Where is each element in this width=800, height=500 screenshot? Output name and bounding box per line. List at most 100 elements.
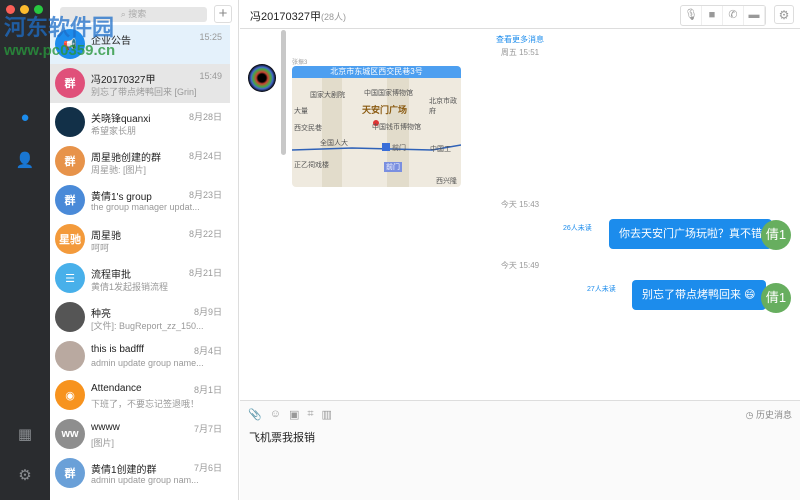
conversation-name: 关晓锋quanxi [91,114,151,125]
conversation-item[interactable]: 群 冯20170327甲 15:49 别忘了带点烤鸭回来 [Grin] [50,64,230,103]
conversation-item[interactable]: 群 周星驰创建的群 8月24日 周星驰: [图片] [50,142,230,181]
conversation-item[interactable]: ☰ 流程审批 8月21日 黄倩1发起报销流程 [50,259,230,298]
avatar: ☰ [55,263,85,293]
conversation-name: this is badfff [91,344,144,355]
conversation-name: 黄倩1's group [91,192,152,203]
history-button[interactable]: ◷ 历史消息 [746,408,792,421]
zoom-window-button[interactable] [34,5,43,14]
conversation-preview: 别忘了带点烤鸭回来 [Grin] [91,87,197,97]
map-label: 中国国家博物馆 [364,90,413,97]
chat-icon[interactable]: ● [15,107,35,127]
gear-icon[interactable]: ⚙ [774,5,794,24]
conversation-preview: 呵呵 [91,243,110,253]
conversation-name: 黄倩1创建的群 [91,465,157,476]
sender-name: 张振3 [292,60,308,66]
conversation-item[interactable]: 群 黄倩1's group 8月23日 the group manager up… [50,181,230,220]
map-label: 西交民巷 [294,125,322,132]
conversation-item[interactable]: ww wwww 7月7日 [图片] [50,415,230,454]
map-label: 北京市政府 [429,98,457,115]
conversation-item[interactable]: ◉ Attendance 8月1日 下班了，不要忘记签退哦！ [50,376,230,415]
chat-title-text: 冯20170327甲 [250,11,321,23]
map-label: 中国工 [430,146,451,153]
conversation-time: 8月23日 [188,190,222,200]
search-input[interactable]: ⌕ 搜索 [60,7,207,22]
avatar: 星驰 [55,224,85,254]
avatar: 群 [55,146,85,176]
search-placeholder: 搜索 [128,9,147,19]
map-address: 北京市东城区西交民巷3号 [292,66,461,78]
map-label: 正乙祠戏楼 [294,162,329,169]
conversation-name: 冯20170327甲 [91,75,156,86]
my-avatar[interactable]: 倩1 [761,220,791,250]
call-toolbar: 🎙 ■ ✆ ▬ [680,5,766,26]
contacts-icon[interactable]: 👤 [15,150,35,170]
avatar [55,302,85,332]
map-label: 前门 [392,145,406,152]
conversation-item[interactable]: 群 黄倩1创建的群 7月6日 admin update group nam... [50,454,230,493]
conversation-time: 8月9日 [193,307,222,317]
settings-icon[interactable]: ⚙ [15,465,35,485]
avatar: ww [55,419,85,449]
timestamp: 今天 15:49 [500,261,540,270]
conversation-preview: [图片] [91,438,115,448]
map-label: 西兴隆 [436,178,457,185]
conversation-list: ⌕ 搜索 + 📢 企业公告 15:25 群 冯20170327甲 15:49 别… [50,0,286,500]
sender-avatar[interactable] [248,64,276,92]
avatar: 群 [55,458,85,488]
conversation-name: 企业公告 [91,36,131,47]
microphone-icon[interactable]: 🎙 [681,6,702,25]
avatar: ◉ [55,380,85,410]
phone-icon[interactable]: ✆ [723,6,744,25]
conversation-time: 8月4日 [193,346,222,356]
conversation-time: 8月24日 [188,151,222,161]
conversation-preview: the group manager updat... [91,202,200,212]
crop-icon[interactable]: ⌗ [307,408,313,421]
chart-icon[interactable]: ▥ [322,408,332,421]
conversation-time: 8月1日 [193,385,222,395]
my-avatar[interactable]: 倩1 [761,283,791,313]
timestamp: 今天 15:43 [500,200,540,209]
conversation-item[interactable]: 星驰 周星驰 8月22日 呵呵 [50,220,230,259]
avatar: 📢 [55,29,85,59]
map-label: 天安门广场 [362,105,408,115]
map-label: 国家大剧院 [310,92,345,99]
conversation-item[interactable]: 关晓锋quanxi 8月28日 希望家长朋 [50,103,230,142]
add-button[interactable]: + [214,5,232,23]
chat-title: 冯20170327甲(28人) [250,8,346,24]
conversation-time: 15:25 [199,32,222,42]
message-bubble[interactable]: 别忘了带点烤鸭回来 😄 [632,280,766,310]
sidebar-rail: ● 👤 ▦ ⚙ [0,0,50,500]
member-count: (28人) [320,12,346,22]
conversation-preview: admin update group name... [91,358,204,368]
conversation-item[interactable]: 📢 企业公告 15:25 [50,25,230,64]
apps-icon[interactable]: ▦ [15,424,35,444]
compose-toolbar: 📎 ☺ ▣ ⌗ ▥ [248,408,332,421]
conversation-name: wwww [91,422,120,433]
conversation-preview: admin update group nam... [91,475,199,485]
conversation-preview: [文件]: BugReport_zz_150... [91,321,204,331]
folder-icon[interactable]: ▬ [744,6,765,25]
chat-panel: 冯20170327甲(28人) 🎙 ■ ✆ ▬ ⚙ 查看更多消息 周五 15:5… [240,0,800,500]
location-message[interactable]: 北京市东城区西交民巷3号 国家大剧院 中国国家博物馆 天安门广场 西交民巷 中国… [292,66,461,187]
unread-count[interactable]: 26人未读 [563,223,592,233]
attachment-icon[interactable]: 📎 [248,408,262,421]
conversation-time: 8月21日 [188,268,222,278]
close-window-button[interactable] [6,5,15,14]
map-label: 全国人大 [320,140,348,147]
load-more-link[interactable]: 查看更多消息 [240,34,800,45]
conversation-item[interactable]: 种亮 8月9日 [文件]: BugReport_zz_150... [50,298,230,337]
avatar: 群 [55,68,85,98]
message-input[interactable]: 飞机票我报销 [249,429,315,445]
conversation-preview: 周星驰: [图片] [91,165,147,175]
message-bubble[interactable]: 你去天安门广场玩啦？真不错 [609,219,772,249]
unread-count[interactable]: 27人未读 [587,284,616,294]
video-icon[interactable]: ■ [702,6,723,25]
conversation-item[interactable]: this is badfff 8月4日 admin update group n… [50,337,230,376]
emoji-icon[interactable]: ☺ [270,408,281,421]
image-icon[interactable]: ▣ [289,408,299,421]
conversation-preview: 希望家长朋 [91,126,137,136]
conversation-name: 流程审批 [91,270,131,281]
minimize-window-button[interactable] [20,5,29,14]
conversation-time: 7月7日 [193,424,222,434]
conversation-name: 周星驰 [91,231,121,242]
